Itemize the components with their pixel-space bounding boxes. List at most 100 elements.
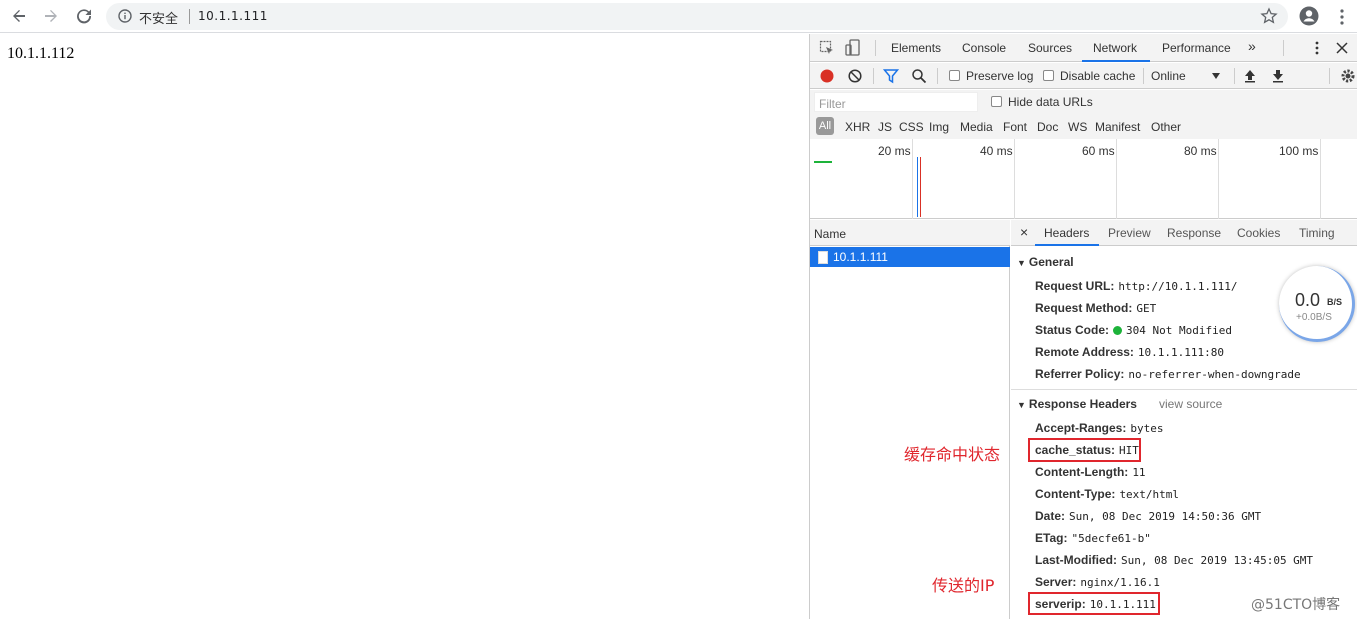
type-filter-doc[interactable]: Doc [1037, 120, 1058, 134]
browser-menu-icon[interactable] [1334, 8, 1350, 26]
search-icon[interactable] [911, 68, 927, 84]
type-filter-xhr[interactable]: XHR [845, 120, 870, 134]
cache-status-highlight-box [1028, 438, 1141, 462]
type-filter-font[interactable]: Font [1003, 120, 1027, 134]
detail-tab-headers[interactable]: Headers [1044, 226, 1089, 240]
timeline-gridline [1116, 139, 1117, 219]
devtools-panel: Elements Console Sources Network Perform… [809, 34, 1357, 619]
timeline-tick-label: 20 ms [878, 144, 911, 158]
filter-input[interactable]: Filter [814, 92, 978, 112]
timeline-gridline [912, 139, 913, 219]
device-toolbar-icon[interactable] [845, 39, 861, 57]
header-row: ETag: "5decfe61-b" [1035, 531, 1151, 545]
hide-data-urls-checkbox[interactable] [991, 96, 1002, 107]
general-section-header[interactable]: ▼ General [1017, 255, 1074, 269]
toolbar-separator-5 [1329, 68, 1330, 84]
tab-network[interactable]: Network [1093, 41, 1137, 55]
tab-separator [875, 40, 876, 56]
devtools-menu-icon[interactable] [1314, 40, 1320, 56]
header-row: Status Code: 304 Not Modified [1035, 323, 1232, 337]
type-filter-media[interactable]: Media [960, 120, 993, 134]
ip-annotation-text: 传送的IP [932, 576, 995, 595]
timeline-tick-label: 40 ms [980, 144, 1013, 158]
timeline-tick-label: 100 ms [1279, 144, 1319, 158]
header-row: Request URL: http://10.1.1.111/ [1035, 279, 1238, 293]
export-har-icon[interactable] [1272, 69, 1284, 83]
header-row: Content-Length: 11 [1035, 465, 1146, 479]
response-headers-section-header[interactable]: ▼ Response Headers [1017, 397, 1137, 411]
request-list: Name 10.1.1.111 [810, 220, 1010, 619]
import-har-icon[interactable] [1244, 69, 1256, 83]
network-timeline-overview[interactable]: 20 ms 40 ms 60 ms 80 ms 100 ms [810, 139, 1357, 219]
disable-cache-label[interactable]: Disable cache [1060, 69, 1135, 83]
header-row: Server: nginx/1.16.1 [1035, 575, 1160, 589]
header-row: Content-Type: text/html [1035, 487, 1180, 501]
detail-tab-preview[interactable]: Preview [1108, 226, 1151, 240]
speed-unit: B/S [1327, 297, 1343, 307]
clear-icon[interactable] [847, 68, 863, 84]
forward-arrow-icon[interactable] [38, 4, 64, 28]
toolbar-separator-2 [937, 68, 938, 84]
bookmark-star-icon[interactable] [1260, 7, 1278, 25]
security-label: 不安全 [139, 11, 179, 26]
detail-tab-timing[interactable]: Timing [1299, 226, 1335, 240]
close-devtools-icon[interactable] [1336, 42, 1348, 54]
serverip-highlight-box [1028, 592, 1160, 615]
inspect-element-icon[interactable] [819, 40, 835, 56]
address-separator [189, 9, 190, 24]
type-filter-other[interactable]: Other [1151, 120, 1181, 134]
throttle-dropdown-icon[interactable] [1212, 73, 1220, 79]
timeline-tick-label: 80 ms [1184, 144, 1217, 158]
name-column-header[interactable]: Name [810, 220, 1010, 246]
tab-separator-2 [1283, 40, 1284, 56]
section-divider [1011, 389, 1357, 390]
tab-performance[interactable]: Performance [1162, 41, 1231, 55]
record-icon[interactable] [819, 68, 835, 84]
url-text[interactable]: 10.1.1.111 [198, 9, 268, 23]
type-filter-all[interactable]: All [816, 117, 834, 135]
type-filter-manifest[interactable]: Manifest [1095, 120, 1140, 134]
toolbar-separator-3 [1143, 68, 1144, 84]
filter-bar: Filter Hide data URLs All XHR JS CSS Img… [810, 90, 1357, 142]
detail-tab-cookies[interactable]: Cookies [1237, 226, 1280, 240]
type-filter-img[interactable]: Img [929, 120, 949, 134]
timeline-gridline [1218, 139, 1219, 219]
address-bar[interactable]: 不安全 10.1.1.111 [106, 3, 1288, 30]
dom-content-loaded-marker [917, 157, 918, 217]
profile-avatar-icon[interactable] [1299, 6, 1319, 26]
toolbar-separator [873, 68, 874, 84]
type-filter-css[interactable]: CSS [899, 120, 924, 134]
request-row[interactable]: 10.1.1.111 [810, 247, 1010, 267]
disable-cache-checkbox[interactable] [1043, 70, 1054, 81]
filter-funnel-icon[interactable] [883, 68, 899, 84]
network-toolbar: Preserve log Disable cache Online [810, 63, 1357, 89]
speed-delta: +0.0B/S [1296, 312, 1332, 323]
document-icon [818, 251, 828, 264]
tab-console[interactable]: Console [962, 41, 1006, 55]
preserve-log-checkbox[interactable] [949, 70, 960, 81]
header-row: Date: Sun, 08 Dec 2019 14:50:36 GMT [1035, 509, 1262, 523]
header-row: Last-Modified: Sun, 08 Dec 2019 13:45:05 … [1035, 553, 1314, 567]
detail-tab-response[interactable]: Response [1167, 226, 1221, 240]
back-arrow-icon[interactable] [6, 4, 32, 28]
preserve-log-label[interactable]: Preserve log [966, 69, 1033, 83]
reload-icon[interactable] [71, 4, 97, 28]
hide-data-urls-label[interactable]: Hide data URLs [1008, 95, 1093, 109]
more-tabs-button[interactable]: » [1248, 38, 1256, 54]
tab-sources[interactable]: Sources [1028, 41, 1072, 55]
devtools-tabbar: Elements Console Sources Network Perform… [810, 34, 1357, 62]
throttle-select[interactable]: Online [1151, 69, 1186, 83]
timeline-gridline [1014, 139, 1015, 219]
speed-value: 0.0 [1295, 290, 1321, 310]
load-event-marker [920, 157, 921, 217]
detail-tabbar: × Headers Preview Response Cookies Timin… [1011, 220, 1357, 246]
network-settings-gear-icon[interactable] [1340, 68, 1356, 84]
view-source-link[interactable]: view source [1159, 397, 1222, 411]
type-filter-js[interactable]: JS [878, 120, 892, 134]
close-detail-button[interactable]: × [1020, 224, 1028, 240]
type-filter-ws[interactable]: WS [1068, 120, 1087, 134]
network-speed-widget[interactable]: 0.0 B/S +0.0B/S [1279, 266, 1355, 342]
info-icon[interactable] [118, 9, 132, 23]
tab-elements[interactable]: Elements [891, 41, 941, 55]
browser-toolbar: 不安全 10.1.1.111 [0, 0, 1357, 33]
